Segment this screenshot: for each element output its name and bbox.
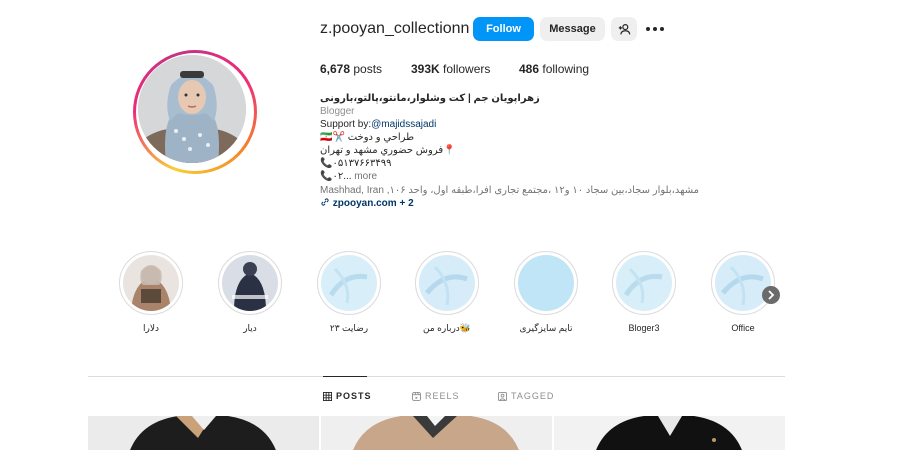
profile-display-name: زهراپویان جم | کت وشلوار،مانتو،پالتو،بار…: [320, 93, 540, 104]
bio-support-line: Support by:@majidssajadi: [320, 118, 436, 131]
following-count: 486: [519, 62, 540, 76]
highlight-item[interactable]: درباره من🐝: [415, 251, 479, 333]
tab-reels-label: REELS: [425, 391, 460, 401]
active-tab-indicator: [323, 376, 367, 377]
tab-reels[interactable]: REELS: [412, 391, 460, 401]
highlight-label: دیار: [243, 323, 257, 333]
phone-icon: 📞: [320, 171, 333, 182]
highlight-ring[interactable]: [711, 251, 775, 315]
location-pin-icon: 📍: [443, 145, 456, 156]
bio-address[interactable]: Mashhad, Iran ,مشهد،بلوار سجاد،بین سجاد …: [320, 184, 699, 197]
phone-2-text: ۰۲...: [332, 171, 352, 182]
person-plus-icon: [618, 23, 630, 34]
highlight-thumbnail: [715, 255, 771, 311]
highlight-label: تایم سایزگیری: [519, 323, 573, 333]
highlight-ring[interactable]: [218, 251, 282, 315]
highlight-item[interactable]: دلارا: [119, 251, 183, 333]
post-thumbnail[interactable]: [321, 416, 552, 450]
highlight-ring[interactable]: [612, 251, 676, 315]
phone-1-text: ۰۵۱۳۷۶۶۳۴۹۹: [332, 158, 392, 169]
highlight-item[interactable]: رضایت ۲۳: [317, 251, 381, 333]
highlight-thumbnail: [518, 255, 574, 311]
support-prefix: Support by:: [320, 119, 372, 130]
post-thumbnail[interactable]: [554, 416, 785, 450]
highlight-label: رضایت ۲۳: [329, 323, 369, 333]
support-mention-link[interactable]: @majidssajadi: [371, 119, 436, 130]
highlight-ring[interactable]: [415, 251, 479, 315]
bio-design-line: 🇮🇷✂️ طراحي و دوخت: [320, 132, 415, 143]
highlights-next-button[interactable]: [762, 286, 780, 304]
post-thumbnail[interactable]: [88, 416, 319, 450]
highlight-thumbnail: [222, 255, 278, 311]
posts-label: posts: [353, 62, 383, 76]
tab-tagged-label: TAGGED: [511, 391, 555, 401]
avatar-photo: [138, 55, 246, 163]
design-text: طراحي و دوخت: [347, 132, 415, 143]
grid-icon: [323, 391, 332, 401]
reels-icon: [412, 391, 421, 401]
bio-phone-2: 📞۰۲... more: [320, 170, 377, 183]
bio-link-row[interactable]: zpooyan.com + 2: [320, 197, 414, 210]
bio-more-link[interactable]: more: [352, 171, 377, 182]
phone-icon: 📞: [320, 158, 333, 169]
highlight-thumbnail: [419, 255, 475, 311]
highlight-ring[interactable]: [317, 251, 381, 315]
more-links[interactable]: + 2: [397, 198, 413, 209]
highlight-label: درباره من🐝: [422, 323, 472, 333]
suggest-accounts-button[interactable]: [611, 17, 637, 41]
followers-stat[interactable]: 393K followers: [411, 62, 490, 76]
bio-phone-1: 📞۰۵۱۳۷۶۶۳۴۹۹: [320, 157, 392, 170]
following-label: following: [542, 62, 590, 76]
cloth-icon: 🇮🇷: [320, 132, 333, 143]
avatar[interactable]: [138, 55, 246, 163]
more-options-icon[interactable]: [645, 19, 665, 39]
bio-sales-line: فروش حضوري مشهد و تهران📍: [320, 144, 456, 157]
highlight-item[interactable]: دیار: [218, 251, 282, 333]
posts-stat: 6,678 posts: [320, 62, 382, 76]
link-icon: [321, 198, 329, 206]
follow-button[interactable]: Follow: [473, 17, 534, 41]
highlight-ring[interactable]: [119, 251, 183, 315]
following-stat[interactable]: 486 following: [519, 62, 589, 76]
tabs-divider: [88, 376, 785, 377]
message-button[interactable]: Message: [540, 17, 605, 41]
tagged-icon: [498, 391, 507, 401]
posts-count: 6,678: [320, 62, 351, 76]
chevron-right-icon: [768, 290, 775, 300]
highlight-item[interactable]: Office: [711, 251, 775, 333]
profile-category: Blogger: [320, 106, 355, 117]
sales-text: فروش حضوري مشهد و تهران: [320, 145, 444, 156]
tab-tagged[interactable]: TAGGED: [498, 391, 554, 401]
highlight-ring[interactable]: [514, 251, 578, 315]
website-link[interactable]: zpooyan.com: [333, 198, 397, 209]
username: z.pooyan_collectionn: [320, 20, 470, 37]
highlight-thumbnail: [123, 255, 179, 311]
highlight-thumbnail: [616, 255, 672, 311]
highlight-item[interactable]: Bloger3: [612, 251, 676, 333]
highlight-item[interactable]: تایم سایزگیری: [514, 251, 578, 333]
highlight-label: دلارا: [143, 323, 159, 333]
tab-posts[interactable]: POSTS: [323, 391, 372, 401]
followers-count: 393K: [411, 62, 440, 76]
highlight-thumbnail: [321, 255, 377, 311]
profile-avatar-ring[interactable]: [133, 50, 257, 174]
highlight-label: Bloger3: [628, 323, 660, 333]
highlight-label: Office: [731, 323, 755, 333]
tab-posts-label: POSTS: [336, 391, 372, 401]
followers-label: followers: [443, 62, 491, 76]
